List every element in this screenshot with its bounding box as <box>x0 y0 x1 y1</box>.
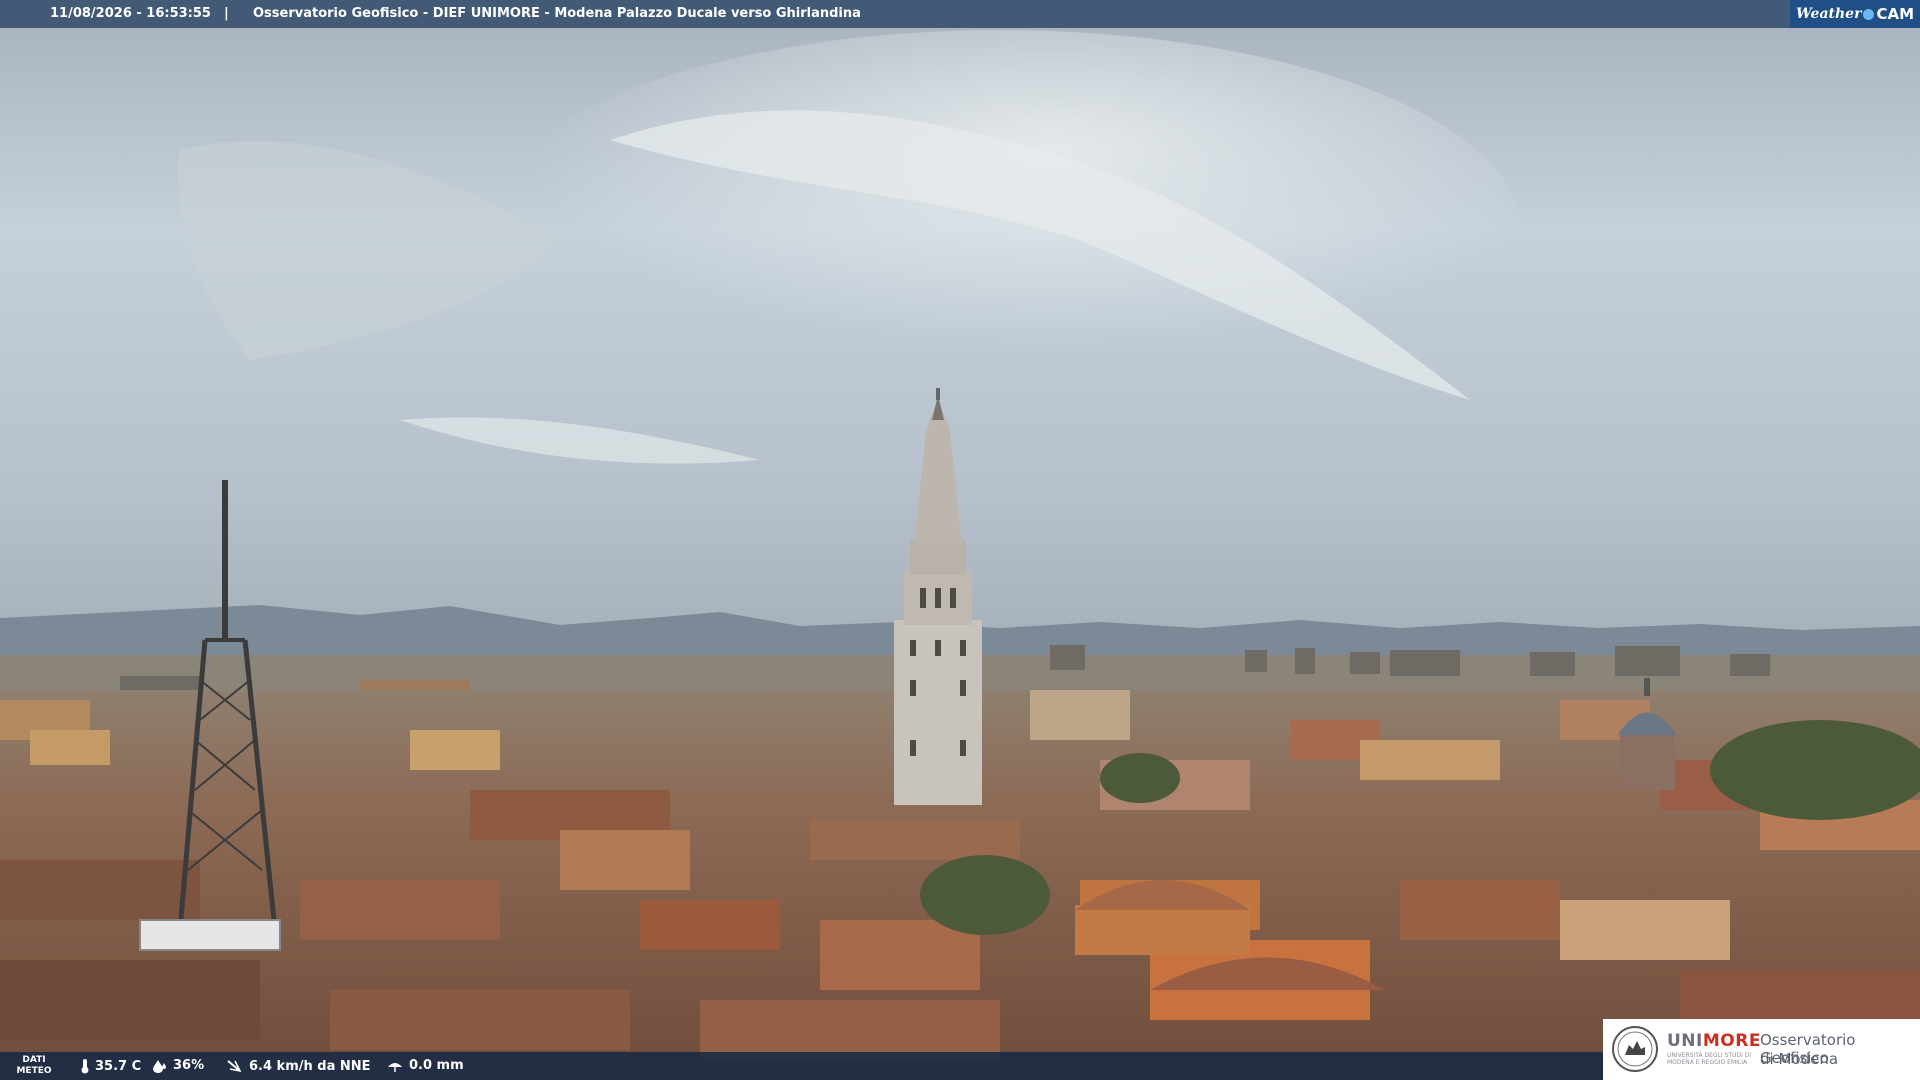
wind-readout: 6.4 km/h da NNE <box>226 1058 371 1074</box>
meteo-label-line1: DATI <box>22 1055 46 1065</box>
temperature-value: 35.7 C <box>95 1058 142 1074</box>
wind-icon <box>227 1060 242 1073</box>
camera-title: Osservatorio Geofisico - DIEF UNIMORE - … <box>253 6 861 21</box>
rain-gauge-icon <box>388 1062 402 1072</box>
humidity-readout: 36% <box>152 1058 204 1073</box>
humidity-drop-icon <box>153 1059 166 1073</box>
thermometer-icon <box>81 1059 89 1074</box>
rain-readout: 0.0 mm <box>386 1058 464 1073</box>
meteo-bar: DATI METEO 35.7 C 36% 6.4 km/h da NNE 0.… <box>0 1052 1603 1080</box>
unimore-logo: UNIMORE UNIVERSITÀ DEGLI STUDI DI MODENA… <box>1603 1019 1920 1080</box>
weathercam-logo: Weather CAM <box>1789 0 1920 28</box>
meteo-label-line2: METEO <box>16 1066 52 1076</box>
uni-prefix: UNI <box>1667 1031 1703 1051</box>
humidity-value: 36% <box>173 1058 205 1073</box>
observatory-name-line2: di Modena <box>1760 1050 1839 1068</box>
unimore-subtitle: UNIVERSITÀ DEGLI STUDI DI MODENA E REGGI… <box>1667 1052 1752 1066</box>
rain-value: 0.0 mm <box>409 1058 464 1073</box>
separator: | <box>224 6 229 21</box>
meteo-label: DATI METEO <box>8 1055 60 1077</box>
temperature-readout: 35.7 C <box>80 1058 141 1074</box>
unimore-wordmark: UNIMORE <box>1667 1031 1761 1051</box>
brand-weather: Weather <box>1795 6 1862 22</box>
caption-bar: 11/08/2026 - 16:53:55 | Osservatorio Geo… <box>0 0 1920 28</box>
unimore-seal-icon <box>1612 1026 1658 1072</box>
uni-suffix: MORE <box>1702 1031 1761 1051</box>
wind-value: 6.4 km/h da NNE <box>249 1058 371 1074</box>
cloud-bright <box>480 30 1520 430</box>
webcam-photo <box>0 0 1920 1080</box>
timestamp: 11/08/2026 - 16:53:55 <box>50 6 211 21</box>
brand-dot-icon <box>1863 8 1875 20</box>
brand-cam: CAM <box>1876 5 1914 23</box>
